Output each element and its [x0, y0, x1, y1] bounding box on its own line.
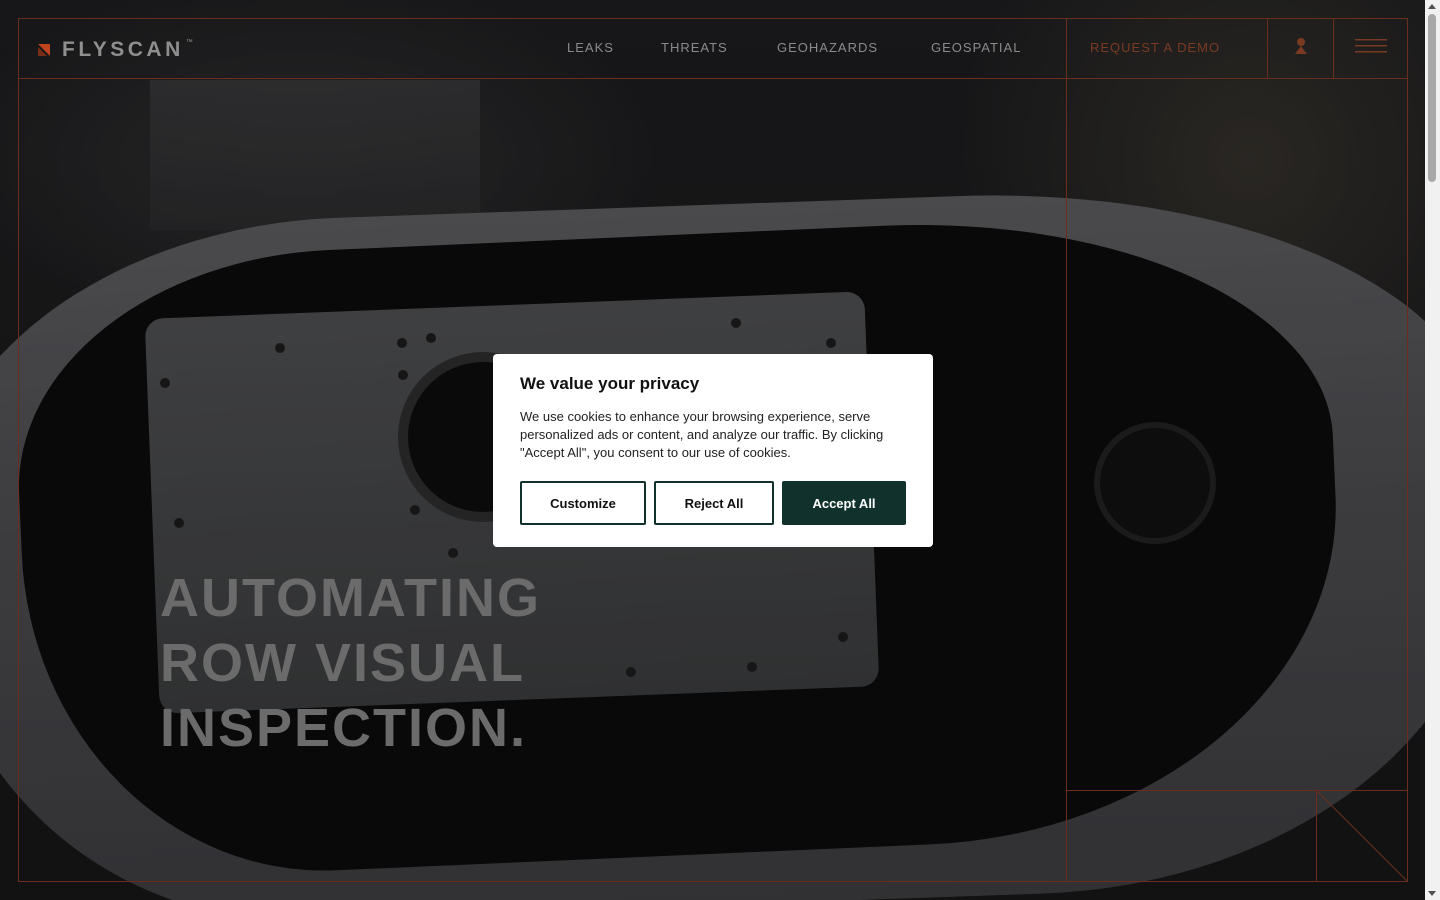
trademark: ™ [185, 38, 193, 46]
scrollbar-thumb[interactable] [1428, 14, 1436, 182]
headline-line: INSPECTION. [160, 698, 528, 758]
cookie-actions: Customize Reject All Accept All [520, 481, 906, 525]
customize-button[interactable]: Customize [520, 481, 646, 525]
flyscan-logo-icon [36, 42, 52, 58]
nav-geospatial[interactable]: GEOSPATIAL [931, 40, 1021, 55]
site-header: FLYSCAN ™ LEAKS THREATS GEOHAZARDS GEOSP… [18, 18, 1407, 78]
nav-leaks[interactable]: LEAKS [567, 40, 614, 55]
reject-all-button[interactable]: Reject All [654, 481, 774, 525]
brand-name: FLYSCAN [62, 38, 184, 61]
accept-all-button[interactable]: Accept All [782, 481, 906, 525]
user-icon [1294, 37, 1308, 60]
nav-threats[interactable]: THREATS [661, 40, 728, 55]
account-button[interactable] [1268, 18, 1334, 78]
scroll-up-icon[interactable] [1428, 4, 1436, 9]
cookie-consent-dialog: We value your privacy We use cookies to … [493, 354, 933, 547]
headline-line: AUTOMATING [160, 568, 541, 628]
menu-button[interactable] [1334, 18, 1407, 78]
brand-logo[interactable]: FLYSCAN ™ [36, 38, 201, 62]
request-demo-button[interactable]: REQUEST A DEMO [1090, 40, 1220, 55]
scroll-down-icon[interactable] [1428, 891, 1436, 896]
corner-diagonal [1316, 790, 1407, 881]
grid-line [1066, 18, 1067, 881]
cookie-title: We value your privacy [520, 374, 700, 393]
vertical-scrollbar[interactable] [1425, 0, 1440, 900]
cookie-body: We use cookies to enhance your browsing … [520, 409, 884, 460]
hamburger-menu-icon [1354, 38, 1387, 59]
hero-headline: AUTOMATING ROW VISUAL INSPECTION. [160, 566, 541, 761]
nav-geohazards[interactable]: GEOHAZARDS [777, 40, 878, 55]
headline-line: ROW VISUAL [160, 633, 525, 693]
header-divider [18, 78, 1407, 79]
